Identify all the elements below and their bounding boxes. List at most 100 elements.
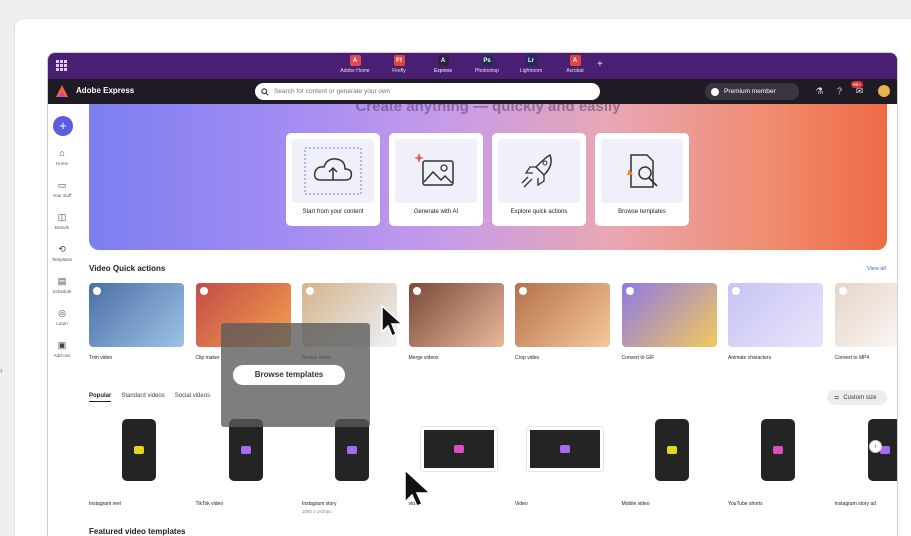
template-size: 1080 x 1920px [302, 509, 332, 514]
app-label: Express [433, 68, 453, 74]
quick-action-thumbnail [621, 283, 717, 347]
sidebar-item-your-stuff[interactable]: ▭ Your stuff [48, 180, 76, 198]
template-tiktok-video[interactable]: TikTok video [196, 413, 296, 507]
app-grid-icon[interactable] [56, 60, 67, 71]
quick-action-label: Trim video [89, 355, 113, 361]
sidebar-item-schedule[interactable]: ▤ Schedule [48, 276, 76, 294]
avatar[interactable] [878, 85, 890, 97]
hero-card-image [498, 139, 580, 203]
quick-action-convert-to-mp4[interactable]: Convert to MP4 [834, 283, 897, 361]
quick-action-thumbnail [834, 283, 897, 347]
photoshop-icon: Ps [481, 55, 493, 66]
quick-action-label: Convert to MP4 [834, 355, 870, 361]
sidebar-item-label: Templates [51, 257, 73, 262]
hero-title: Create anything — quickly and easily [355, 104, 621, 115]
image-sparkle-icon [414, 153, 454, 186]
browse-templates-card[interactable]: Browse templates [595, 133, 689, 226]
phone-frame [335, 419, 369, 481]
hero-banner: Create anything — quickly and easily Sta… [89, 104, 887, 250]
sidebar-item-home[interactable]: ⌂ Home [48, 148, 76, 166]
template-label: Instagram story ad [834, 501, 876, 507]
template-thumbnail [89, 413, 189, 493]
premium-label: Premium member [724, 88, 776, 95]
learn-icon: ◎ [58, 308, 66, 318]
start-from-content-card[interactable]: Start from your content [286, 133, 380, 226]
chevron-right-icon: › [0, 366, 3, 375]
quick-action-thumbnail [89, 283, 184, 347]
tab-standard-videos[interactable]: Standard videos [121, 393, 164, 402]
app-lightroom[interactable]: Lr Lightroom [509, 55, 553, 74]
create-button[interactable]: + [53, 116, 73, 136]
view-all-link[interactable]: View all [867, 266, 886, 272]
sidebar-item-label: Home [55, 161, 68, 166]
help-icon[interactable]: ? [834, 86, 845, 97]
quick-action-convert-to-gif[interactable]: Convert to GIF [621, 283, 717, 361]
explore-quick-actions-card[interactable]: Explore quick actions [492, 133, 586, 226]
search-input[interactable] [274, 88, 574, 95]
folder-icon: ▭ [57, 180, 67, 190]
hero-card-label: Explore quick actions [510, 209, 568, 215]
app-express[interactable]: A Express [421, 55, 465, 74]
sidebar-item-add-ons[interactable]: ▣ Add-ons [48, 340, 76, 358]
template-label: TikTok video [195, 501, 224, 507]
quick-action-label: Crop video [515, 355, 540, 361]
phone-frame [122, 419, 156, 481]
sidebar-item-templates[interactable]: ⟲ Templates [48, 244, 76, 262]
app-acrobat[interactable]: A Acrobat [553, 55, 597, 74]
play-icon [625, 287, 634, 295]
app-label: Lightroom [519, 68, 543, 74]
template-label: YouTube shorts [728, 501, 763, 507]
add-app-icon[interactable]: + [597, 59, 603, 70]
template-mobile-video[interactable]: Mobile video [622, 413, 722, 507]
next-arrow-button[interactable]: › [869, 440, 882, 453]
template-hover-overlay[interactable]: Browse templates [221, 323, 370, 427]
sidebar-item-learn[interactable]: ◎ Learn [48, 308, 76, 326]
quick-action-thumbnail [408, 283, 504, 347]
custom-size-button[interactable]: ⚌ Custom size [827, 390, 887, 405]
labs-flask-icon[interactable]: ⚗ [814, 86, 825, 97]
app-adobe-home[interactable]: A Adobe Home [333, 55, 377, 74]
tab-popular[interactable]: Popular [89, 393, 112, 402]
schedule-icon: ▤ [57, 276, 67, 286]
search-bar[interactable] [255, 83, 600, 100]
phone-frame [654, 419, 689, 481]
express-icon: A [437, 55, 449, 66]
video-camera-icon [666, 446, 677, 454]
quick-action-thumbnail [728, 283, 823, 347]
sidebar-item-brands[interactable]: ◫ Brands [48, 212, 76, 230]
template-instagram-story-ad[interactable]: Instagram story ad [834, 413, 897, 507]
template-instagram-story[interactable]: Instagram story 1080 x 1920px [302, 413, 402, 514]
quick-action-merge-videos[interactable]: Merge videos [408, 283, 504, 361]
template-youtube-shorts[interactable]: YouTube shorts [728, 413, 828, 507]
lightroom-icon: Lr [525, 55, 537, 66]
video-camera-icon [773, 446, 783, 454]
template-thumbnail [622, 413, 722, 493]
quick-action-animate-characters[interactable]: Animate characters [728, 283, 823, 361]
sidebar-item-label: Schedule [52, 289, 72, 294]
browse-templates-button[interactable]: Browse templates [233, 365, 345, 385]
mouse-cursor-icon [381, 304, 404, 338]
hero-card-label: Start from your content [302, 209, 364, 215]
video-camera-icon [560, 445, 570, 453]
notification-badge: 99+ [851, 81, 863, 88]
search-icon [261, 87, 269, 96]
video-camera-icon [347, 446, 357, 454]
premium-member-button[interactable]: Premium member [705, 83, 799, 100]
template-instagram-reel[interactable]: Instagram reel [89, 413, 189, 507]
template-label: Instagram story [302, 501, 337, 507]
play-icon [93, 287, 101, 295]
quick-action-crop-video[interactable]: Crop video [515, 283, 610, 361]
left-nav: + ⌂ Home ▭ Your stuff ◫ Brands ⟲ Templates ▤ Sche… [48, 104, 76, 536]
tab-social-videos[interactable]: Social videos [175, 393, 210, 402]
firefly-icon: Ff [393, 55, 405, 66]
brand-title: Adobe Express [76, 86, 135, 95]
app-switcher-bar: A Adobe Home Ff Firefly A Express Ps Photoshop L… [48, 53, 897, 79]
template-video[interactable]: Video [515, 413, 615, 507]
quick-action-trim-video[interactable]: Trim video [89, 283, 184, 361]
app-firefly[interactable]: Ff Firefly [377, 55, 421, 74]
hero-card-label: Browse templates [618, 209, 666, 215]
template-label: Video [515, 501, 528, 507]
app-photoshop[interactable]: Ps Photoshop [465, 55, 509, 74]
play-icon [519, 287, 527, 295]
generate-with-ai-card[interactable]: Generate with AI [389, 133, 483, 226]
